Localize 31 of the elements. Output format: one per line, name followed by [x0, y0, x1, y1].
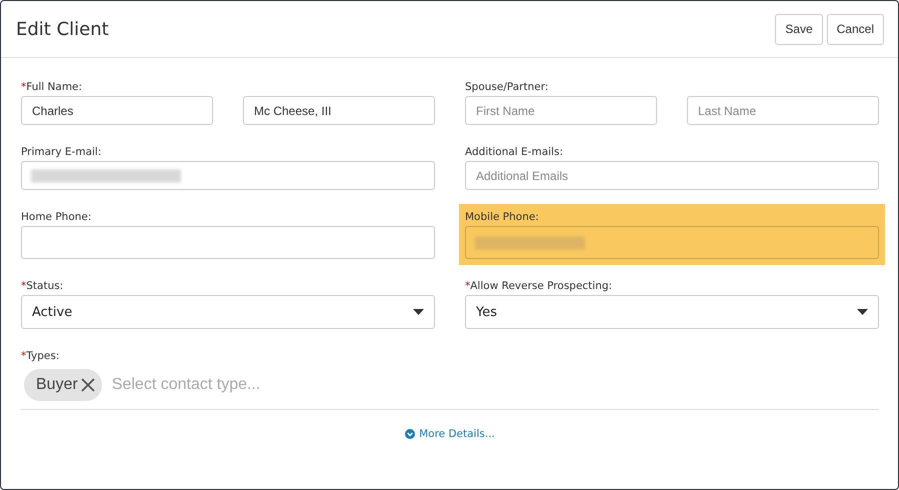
- field-label: Full Name:: [26, 80, 82, 94]
- field-label: Types:: [26, 349, 60, 363]
- required-mark: *: [21, 349, 26, 363]
- field-label: Status:: [26, 279, 64, 293]
- field-label: Home Phone:: [21, 210, 92, 224]
- dropdown[interactable]: Yes: [465, 295, 879, 329]
- tag-chip[interactable]: Buyer: [24, 369, 102, 401]
- field-label: Mobile Phone:: [465, 210, 539, 224]
- save-button[interactable]: Save: [775, 14, 823, 44]
- dialog-title: Edit Client: [16, 18, 109, 40]
- input-field[interactable]: Mc Cheese, III: [243, 96, 435, 125]
- required-mark: *: [465, 279, 470, 293]
- more-details-link[interactable]: More Details...: [405, 428, 495, 440]
- input-field[interactable]: [21, 226, 435, 259]
- close-icon[interactable]: [80, 377, 96, 393]
- field-label: Spouse/Partner:: [465, 80, 548, 94]
- caret-icon: [413, 309, 424, 315]
- field-label: Primary E-mail:: [21, 145, 102, 159]
- caret-icon: [857, 309, 868, 315]
- dropdown[interactable]: Active: [21, 295, 435, 329]
- input-field[interactable]: First Name: [465, 96, 657, 125]
- field-label: Additional E-mails:: [465, 145, 563, 159]
- chevron-down-icon: [405, 429, 416, 439]
- cancel-button[interactable]: Cancel: [826, 14, 884, 44]
- input-field[interactable]: [465, 226, 879, 259]
- input-field[interactable]: Last Name: [687, 96, 879, 125]
- field-label: Allow Reverse Prospecting:: [470, 279, 612, 293]
- required-mark: *: [21, 80, 26, 94]
- input-field[interactable]: Additional Emails: [465, 161, 879, 190]
- required-mark: *: [21, 279, 26, 293]
- input-field[interactable]: Charles: [21, 96, 213, 125]
